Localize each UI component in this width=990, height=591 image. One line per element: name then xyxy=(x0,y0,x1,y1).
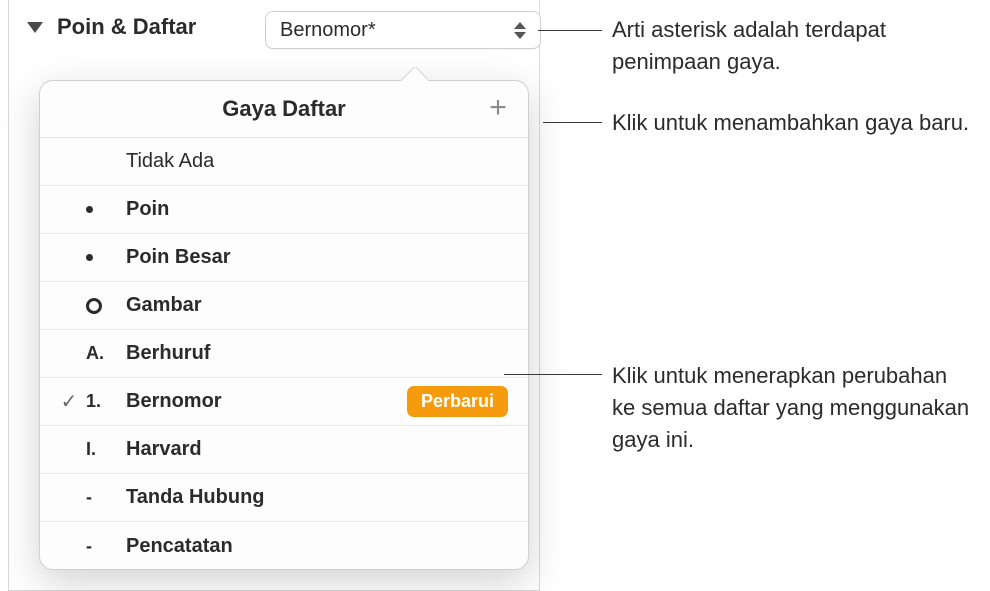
add-style-button[interactable]: + xyxy=(484,95,512,123)
list-item-image[interactable]: Gambar xyxy=(40,282,528,330)
popover-arrow-icon xyxy=(400,67,428,81)
popover-header: Gaya Daftar + xyxy=(40,81,528,137)
letter-marker-icon: A. xyxy=(86,343,104,364)
bullet-marker: - xyxy=(86,536,126,557)
list-item-harvard[interactable]: I. Harvard xyxy=(40,426,528,474)
callout-asterisk: Arti asterisk adalah terdapat penimpaan … xyxy=(612,14,982,78)
list-item-none[interactable]: Tidak Ada xyxy=(40,138,528,186)
list-item-numbered[interactable]: ✓ 1. Bernomor Perbarui xyxy=(40,378,528,426)
item-label: Tidak Ada xyxy=(126,150,516,173)
item-label: Poin xyxy=(126,198,516,221)
list-style-dropdown[interactable]: Bernomor* xyxy=(265,11,541,49)
bullet-marker: - xyxy=(86,487,126,508)
bullet-marker: A. xyxy=(86,343,126,364)
item-label: Pencatatan xyxy=(126,535,516,558)
item-label: Berhuruf xyxy=(126,342,516,365)
callout-line xyxy=(538,30,602,31)
bullet-marker xyxy=(86,298,126,314)
list-item-hyphen[interactable]: - Tanda Hubung xyxy=(40,474,528,522)
inspector-panel: Poin & Daftar Bernomor* Gaya Daftar + Ti… xyxy=(8,0,540,591)
dot-icon xyxy=(86,254,93,261)
styles-list: Tidak Ada Poin Poin Besar Gambar A. B xyxy=(40,137,528,570)
item-label: Gambar xyxy=(126,294,516,317)
list-item-bullet[interactable]: Poin xyxy=(40,186,528,234)
roman-marker-icon: I. xyxy=(86,439,96,460)
bullet-marker: 1. xyxy=(86,391,126,412)
list-item-note[interactable]: - Pencatatan xyxy=(40,522,528,570)
circle-icon xyxy=(86,298,102,314)
dropdown-value: Bernomor* xyxy=(280,19,506,42)
callout-line xyxy=(504,374,602,375)
bullet-marker xyxy=(86,206,126,213)
update-style-button[interactable]: Perbarui xyxy=(407,386,508,417)
updown-chevron-icon xyxy=(514,22,526,39)
bullet-marker: I. xyxy=(86,439,126,460)
list-item-big-bullet[interactable]: Poin Besar xyxy=(40,234,528,282)
section-title: Poin & Daftar xyxy=(57,14,196,40)
list-item-lettered[interactable]: A. Berhuruf xyxy=(40,330,528,378)
dot-icon xyxy=(86,206,93,213)
dash-marker-icon: - xyxy=(86,487,92,508)
item-label: Harvard xyxy=(126,438,516,461)
callout-plus: Klik untuk menambahkan gaya baru. xyxy=(612,107,982,139)
checkmark-icon: ✓ xyxy=(52,389,86,414)
popover-title: Gaya Daftar xyxy=(222,96,346,122)
item-label: Poin Besar xyxy=(126,246,516,269)
callout-update: Klik untuk menerapkan perubahan ke semua… xyxy=(612,360,972,456)
dash-marker-icon: - xyxy=(86,536,92,557)
bullet-marker xyxy=(86,254,126,261)
list-styles-popover: Gaya Daftar + Tidak Ada Poin Poin Besar xyxy=(39,80,529,570)
chevron-down-icon xyxy=(27,22,43,33)
callout-line xyxy=(543,122,602,123)
item-label: Tanda Hubung xyxy=(126,486,516,509)
number-marker-icon: 1. xyxy=(86,391,101,412)
